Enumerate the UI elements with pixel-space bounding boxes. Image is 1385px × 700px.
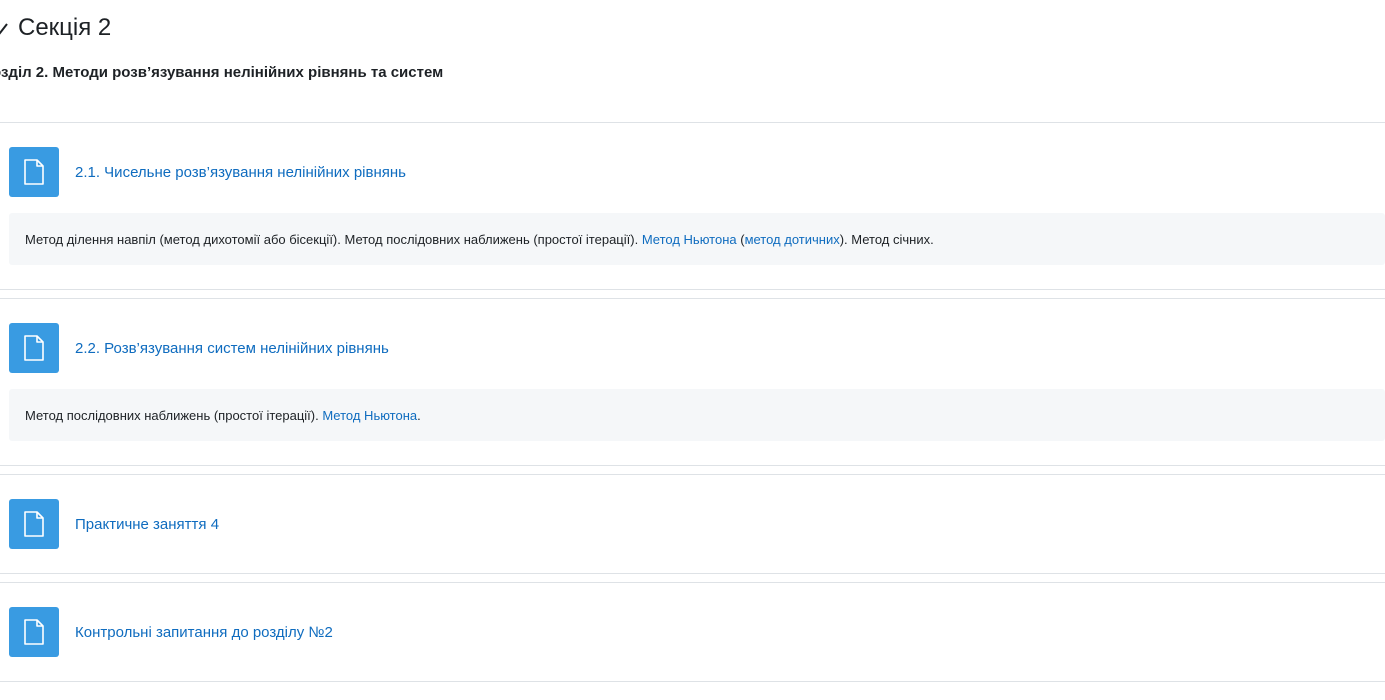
desc-text: ). Метод січних. bbox=[839, 231, 934, 247]
activity-row: Контрольні запитання до розділу №2 bbox=[9, 607, 333, 657]
desc-text: Метод послідовних наближень (простої іте… bbox=[25, 407, 323, 423]
page-icon[interactable] bbox=[9, 147, 59, 197]
activity-link[interactable]: Практичне заняття 4 bbox=[75, 516, 219, 533]
collapse-chevron-icon[interactable] bbox=[0, 18, 12, 38]
desc-text: Метод ділення навпіл (метод дихотомії аб… bbox=[25, 231, 642, 247]
activity-link[interactable]: Контрольні запитання до розділу №2 bbox=[75, 624, 333, 641]
section-header: Секція 2 bbox=[0, 10, 111, 46]
page-icon[interactable] bbox=[9, 499, 59, 549]
section-title: Секція 2 bbox=[18, 14, 112, 41]
activity-row: 2.1. Чисельне розв’язування нелінійних р… bbox=[9, 147, 406, 197]
desc-link-newton-method[interactable]: Метод Ньютона bbox=[642, 232, 737, 247]
activity-row: 2.2. Розв’язування систем нелінійних рів… bbox=[9, 323, 389, 373]
activity-item: Практичне заняття 4 bbox=[0, 474, 1385, 574]
activity-item: 2.2. Розв’язування систем нелінійних рів… bbox=[0, 298, 1385, 466]
page-icon[interactable] bbox=[9, 323, 59, 373]
activity-link[interactable]: 2.1. Чисельне розв’язування нелінійних р… bbox=[75, 164, 406, 181]
section-summary: озділ 2. Методи розв’язування нелінійних… bbox=[0, 64, 444, 81]
activity-description: Метод ділення навпіл (метод дихотомії аб… bbox=[9, 213, 1385, 265]
activity-item: Контрольні запитання до розділу №2 bbox=[0, 582, 1385, 682]
desc-text: ( bbox=[736, 231, 745, 247]
page-icon[interactable] bbox=[9, 607, 59, 657]
desc-link-tangent-method[interactable]: метод дотичних bbox=[745, 232, 840, 247]
desc-link-newton-method[interactable]: Метод Ньютона bbox=[322, 408, 417, 423]
activity-link[interactable]: 2.2. Розв’язування систем нелінійних рів… bbox=[75, 340, 389, 357]
activity-item: 2.1. Чисельне розв’язування нелінійних р… bbox=[0, 122, 1385, 290]
activity-row: Практичне заняття 4 bbox=[9, 499, 219, 549]
desc-text: . bbox=[417, 407, 421, 423]
activity-description: Метод послідовних наближень (простої іте… bbox=[9, 389, 1385, 441]
